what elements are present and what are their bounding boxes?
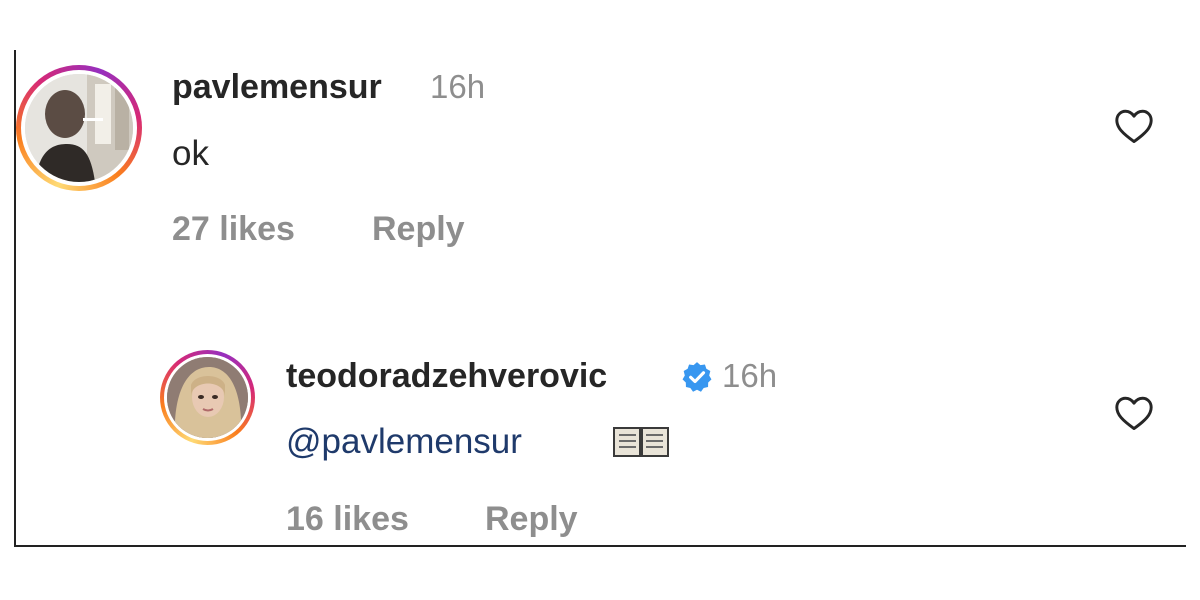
mention-link[interactable]: @pavlemensur — [286, 422, 522, 462]
likes-count[interactable]: 27 likes — [172, 210, 295, 249]
comment-text: ok — [172, 134, 209, 173]
avatar[interactable] — [16, 65, 142, 191]
heart-icon[interactable] — [1114, 395, 1154, 431]
reply-button[interactable]: Reply — [485, 500, 578, 539]
comment-thread-frame — [14, 50, 1186, 547]
comment-username[interactable]: teodoradzehverovic — [286, 357, 607, 396]
verified-badge-icon — [682, 362, 712, 392]
profile-photo-icon — [167, 357, 248, 438]
heart-icon[interactable] — [1114, 108, 1154, 144]
reply-button[interactable]: Reply — [372, 210, 465, 249]
comment-timestamp: 16h — [722, 357, 778, 394]
comment-timestamp: 16h — [430, 68, 486, 105]
avatar[interactable] — [160, 350, 255, 445]
profile-photo-icon — [25, 74, 133, 182]
open-book-icon — [613, 427, 669, 457]
comment-username[interactable]: pavlemensur — [172, 68, 382, 107]
likes-count[interactable]: 16 likes — [286, 500, 409, 539]
